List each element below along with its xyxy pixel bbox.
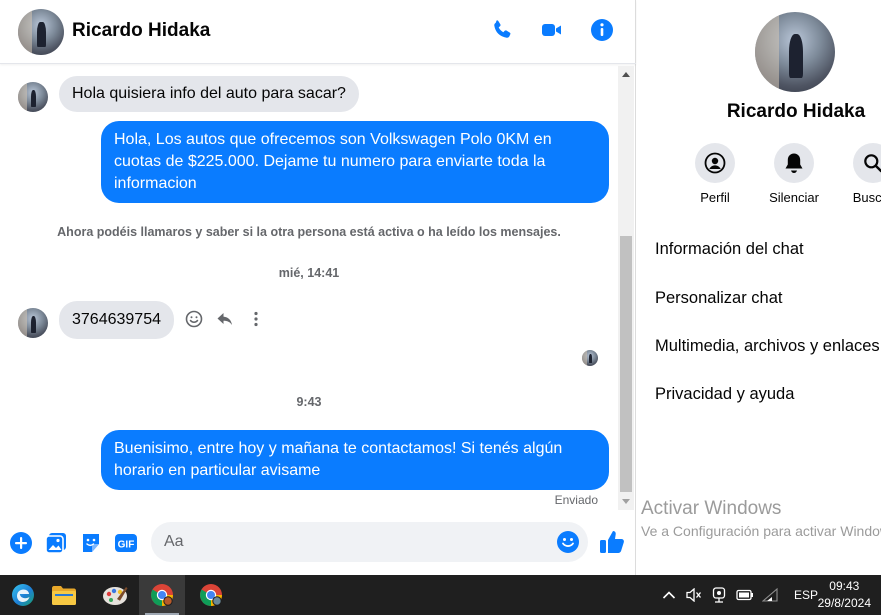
windows-taskbar: ESP 09:43 29/8/2024 (0, 575, 881, 615)
delivery-status: Enviado (554, 493, 598, 507)
phone-icon[interactable] (490, 18, 514, 42)
watermark-subtitle: Ve a Configuración para activar Windows. (641, 523, 881, 539)
chat-window: Ricardo Hidaka Hola quisiera info del au… (0, 0, 636, 575)
messenger-app: Ricardo Hidaka Hola quisiera info del au… (0, 0, 881, 575)
react-emoji-icon[interactable] (185, 310, 203, 328)
watermark-title: Activar Windows (641, 498, 782, 519)
media-files-links-item[interactable]: Multimedia, archivos y enlaces (655, 337, 880, 356)
taskbar-clock[interactable]: 09:43 29/8/2024 (818, 578, 871, 612)
search-icon[interactable] (853, 143, 881, 183)
message-bubble-incoming[interactable]: Hola quisiera info del auto para sacar? (59, 76, 359, 112)
message-bubble-outgoing[interactable]: Buenisimo, entre hoy y mañana te contact… (101, 430, 609, 490)
chevron-up-icon[interactable] (662, 590, 678, 600)
webcam-icon[interactable] (712, 587, 730, 603)
chat-info-panel: Ricardo Hidaka Perfil Silenciar Buscar I… (637, 0, 881, 575)
profile-label: Perfil (700, 190, 730, 205)
mute-label: Silenciar (769, 190, 819, 205)
gif-icon[interactable]: GIF (114, 531, 138, 555)
chat-info-item[interactable]: Información del chat (655, 240, 804, 259)
message-avatar[interactable] (18, 308, 48, 338)
message-bubble-outgoing[interactable]: Hola, Los autos que ofrecemos son Volksw… (101, 121, 609, 203)
sticker-icon[interactable] (79, 531, 103, 555)
chrome-icon[interactable] (139, 575, 185, 615)
chrome-profile-icon[interactable] (188, 575, 234, 615)
search-button[interactable]: Buscar (833, 143, 881, 205)
svg-text:GIF: GIF (118, 540, 135, 551)
panel-contact-name: Ricardo Hidaka (726, 101, 866, 122)
speaker-muted-icon[interactable] (686, 588, 704, 602)
emoji-icon[interactable] (556, 530, 580, 554)
wifi-icon[interactable] (762, 588, 782, 602)
more-options-icon[interactable] (247, 310, 265, 328)
customize-chat-item[interactable]: Personalizar chat (655, 289, 782, 308)
message-composer: GIF (0, 512, 636, 575)
bell-icon[interactable] (774, 143, 814, 183)
timestamp-divider: mié, 14:41 (278, 266, 340, 280)
profile-button[interactable]: Perfil (675, 143, 755, 205)
profile-icon[interactable] (695, 143, 735, 183)
clock-date: 29/8/2024 (817, 596, 871, 610)
battery-icon[interactable] (736, 589, 756, 601)
scroll-up-arrow[interactable] (622, 72, 630, 77)
search-label: Buscar (852, 190, 881, 205)
message-input[interactable] (151, 522, 588, 562)
plus-icon[interactable] (9, 531, 33, 555)
scroll-down-arrow[interactable] (622, 499, 630, 504)
system-notice: Ahora podéis llamaros y saber si la otra… (57, 225, 561, 239)
contact-name[interactable]: Ricardo Hidaka (72, 20, 210, 42)
panel-avatar[interactable] (755, 12, 835, 92)
contact-avatar[interactable] (18, 9, 64, 55)
thumbs-up-icon[interactable] (598, 529, 626, 555)
windows-start-icon[interactable] (0, 575, 46, 615)
image-icon[interactable] (44, 531, 68, 555)
chat-header: Ricardo Hidaka (0, 0, 636, 64)
system-tray: ESP (662, 575, 818, 615)
scroll-thumb[interactable] (620, 236, 632, 492)
reply-icon[interactable] (216, 310, 234, 328)
file-explorer-icon[interactable] (41, 575, 87, 615)
windows-activation-watermark: Activar Windows Ve a Configuración para … (641, 498, 881, 539)
mute-button[interactable]: Silenciar (754, 143, 834, 205)
paint-icon[interactable] (92, 575, 138, 615)
timestamp-divider: 9:43 (296, 395, 322, 409)
language-indicator[interactable]: ESP (794, 588, 818, 602)
privacy-help-item[interactable]: Privacidad y ayuda (655, 385, 794, 404)
header-actions (490, 18, 614, 42)
video-camera-icon[interactable] (540, 18, 564, 42)
info-icon[interactable] (590, 18, 614, 42)
clock-time: 09:43 (829, 579, 860, 593)
messages-scrollbar[interactable] (618, 66, 634, 510)
read-receipt-avatar (582, 350, 598, 366)
message-list[interactable]: Hola quisiera info del auto para sacar? … (0, 65, 618, 512)
message-avatar[interactable] (18, 82, 48, 112)
message-bubble-incoming[interactable]: 3764639754 (59, 301, 174, 339)
message-actions (185, 310, 265, 328)
